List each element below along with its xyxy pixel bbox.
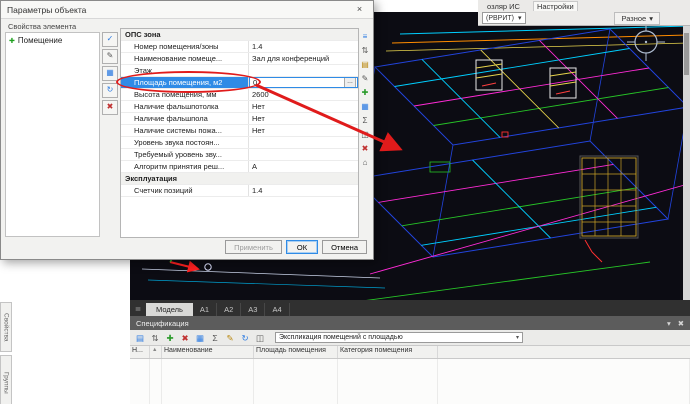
app-root: x озляр ИС Настройки (РВРИТ) ▾ Разное ▾ …	[0, 0, 690, 404]
add-row-icon[interactable]: ✚	[164, 332, 176, 344]
remove-icon[interactable]: ✖	[359, 143, 371, 154]
sort-icon[interactable]: ⇅	[359, 45, 371, 56]
cad-vertical-scrollbar[interactable]	[683, 25, 690, 301]
prop-row-fire-system[interactable]: Наличие системы пожа... Нет	[121, 125, 358, 137]
ribbon-fragment: озляр ИС Настройки (РВРИТ) ▾ Разное ▾	[478, 0, 690, 26]
ribbon-group-misc[interactable]: Разное ▾	[614, 12, 660, 25]
section-label: Эксплуатация	[121, 173, 249, 184]
cancel-button[interactable]: Отмена	[322, 240, 367, 254]
chevron-down-icon: ▾	[516, 334, 519, 341]
collapse-icon[interactable]: ▾	[667, 319, 671, 328]
sum-icon[interactable]: Σ	[209, 332, 221, 344]
sort-triangle-icon[interactable]: ▲	[150, 346, 162, 358]
prop-row-floor[interactable]: Этаж	[121, 65, 358, 77]
column-area[interactable]: Площадь помещения	[254, 346, 338, 358]
prop-row-room-height[interactable]: Высота помещения, мм 2600	[121, 89, 358, 101]
column-category[interactable]: Категория помещения	[338, 346, 438, 358]
tree-item-label: Помещение	[18, 36, 62, 45]
prop-row-required-sound[interactable]: Требуемый уровень зву...	[121, 149, 358, 161]
ok-button[interactable]: ОК	[286, 240, 318, 254]
tree-item-room[interactable]: ✚ Помещение	[6, 33, 99, 48]
element-properties-label: Свойства элемента	[8, 22, 76, 31]
section-label: ОПС зона	[121, 29, 249, 40]
column-filler	[438, 346, 690, 358]
ribbon-tab-settings[interactable]: Настройки	[533, 1, 578, 11]
ribbon-group-row: (РВРИТ) ▾ Разное ▾	[478, 12, 690, 24]
apply-button[interactable]: Применить	[225, 240, 282, 254]
sum-icon[interactable]: Σ	[359, 115, 371, 126]
prop-section-ops-zone[interactable]: ОПС зона	[121, 29, 358, 41]
column-number[interactable]: Н...	[130, 346, 150, 358]
apply-check-icon[interactable]: ✓	[102, 32, 118, 47]
prop-section-exploitation[interactable]: Эксплуатация	[121, 173, 358, 185]
grid-icon[interactable]: ▦	[359, 101, 371, 112]
column-name[interactable]: Наименование	[162, 346, 254, 358]
specification-toolbar: ▤ ⇅ ✚ ✖ ▦ Σ ✎ ↻ ◫ Экспликация помещений …	[130, 330, 690, 346]
close-icon[interactable]: ×	[352, 3, 367, 16]
home-icon[interactable]: ⌂	[359, 157, 371, 168]
tab-sheet-a4[interactable]: А4	[265, 303, 289, 316]
prop-row-false-floor[interactable]: Наличие фальшпола Нет	[121, 113, 358, 125]
specification-table-body	[130, 359, 690, 404]
tab-sheet-a2[interactable]: А2	[217, 303, 241, 316]
left-side-tabs: Свойства Группы	[0, 302, 12, 404]
dialog-title-bar[interactable]: Параметры объекта ×	[1, 1, 373, 19]
side-tab-properties[interactable]: Свойства	[0, 302, 12, 352]
chevron-down-icon: ▾	[518, 14, 522, 22]
element-tree: ✚ Помещение	[5, 32, 100, 237]
layout-icon[interactable]: ▤	[134, 332, 146, 344]
refresh-icon[interactable]: ↻	[239, 332, 251, 344]
tab-sheet-a1[interactable]: А1	[193, 303, 217, 316]
prop-row-room-number[interactable]: Номер помещения/зоны 1.4	[121, 41, 358, 53]
prop-row-room-area[interactable]: Площадь помещения, м2 0 …	[121, 77, 358, 89]
table-icon[interactable]: ▦	[194, 332, 206, 344]
combo-value: Экспликация помещений с площадью	[279, 334, 403, 341]
ribbon-combo[interactable]: (РВРИТ) ▾	[482, 12, 526, 24]
add-icon[interactable]: ✚	[359, 87, 371, 98]
sort-icon[interactable]: ⇅	[149, 332, 161, 344]
tab-sheet-a3[interactable]: А3	[241, 303, 265, 316]
ribbon-tab-row: озляр ИС Настройки	[478, 0, 690, 12]
prop-row-position-counter[interactable]: Счетчик позиций 1.4	[121, 185, 358, 197]
delete-row-icon[interactable]: ✖	[179, 332, 191, 344]
document-tab-bar: ≣ Модель А1 А2 А3 А4	[130, 300, 690, 316]
category-icon[interactable]: ▤	[359, 59, 371, 70]
specification-column-headers: Н... ▲ Наименование Площадь помещения Ка…	[130, 346, 690, 359]
close-icon[interactable]: ✖	[678, 319, 684, 328]
list-icon[interactable]: ≡	[359, 31, 371, 42]
scrollbar-thumb[interactable]	[684, 33, 689, 75]
prop-row-decision-algorithm[interactable]: Алгоритм принятия реш... А	[121, 161, 358, 173]
area-value-input[interactable]: 0 …	[249, 77, 358, 88]
ribbon-group-label: Разное	[621, 14, 646, 23]
side-tab-groups[interactable]: Группы	[0, 355, 12, 404]
prop-row-sound-level[interactable]: Уровень звука постоян...	[121, 137, 358, 149]
edit-icon[interactable]: ✎	[102, 49, 118, 64]
ribbon-tab-fragment[interactable]: озляр ИС	[484, 2, 523, 11]
object-parameters-dialog: Параметры объекта × Свойства элемента ✚ …	[0, 0, 374, 260]
dialog-mini-toolbar: ✓ ✎ ▦ ↻ ✖	[102, 32, 118, 115]
prop-row-false-ceiling[interactable]: Наличие фальшпотолка Нет	[121, 101, 358, 113]
ribbon-combo-value: (РВРИТ)	[486, 15, 514, 22]
prop-row-room-name[interactable]: Наименование помеще... Зал для конференц…	[121, 53, 358, 65]
plus-icon: ✚	[9, 37, 15, 45]
tab-menu-icon[interactable]: ≣	[130, 302, 146, 316]
specification-template-combo[interactable]: Экспликация помещений с площадью ▾	[275, 332, 523, 343]
more-button[interactable]: …	[344, 77, 356, 88]
edit-icon[interactable]: ✎	[359, 73, 371, 84]
tab-model[interactable]: Модель	[146, 303, 193, 316]
chevron-down-icon: ▾	[649, 14, 653, 23]
dialog-button-row: Применить ОК Отмена	[1, 240, 367, 254]
split-icon[interactable]: ◫	[254, 332, 266, 344]
property-grid: ОПС зона Номер помещения/зоны 1.4 Наимен…	[120, 28, 359, 238]
specification-title: Спецификация	[136, 319, 189, 328]
specification-panel-header: Спецификация ▾ ✖	[130, 316, 690, 330]
refresh-icon[interactable]: ↻	[102, 83, 118, 98]
delete-icon[interactable]: ✖	[102, 100, 118, 115]
split-icon[interactable]: ◫	[359, 129, 371, 140]
dialog-right-toolbar: ≡ ⇅ ▤ ✎ ✚ ▦ Σ ◫ ✖ ⌂	[359, 31, 371, 168]
dialog-title: Параметры объекта	[7, 5, 86, 15]
edit-icon[interactable]: ✎	[224, 332, 236, 344]
table-icon[interactable]: ▦	[102, 66, 118, 81]
